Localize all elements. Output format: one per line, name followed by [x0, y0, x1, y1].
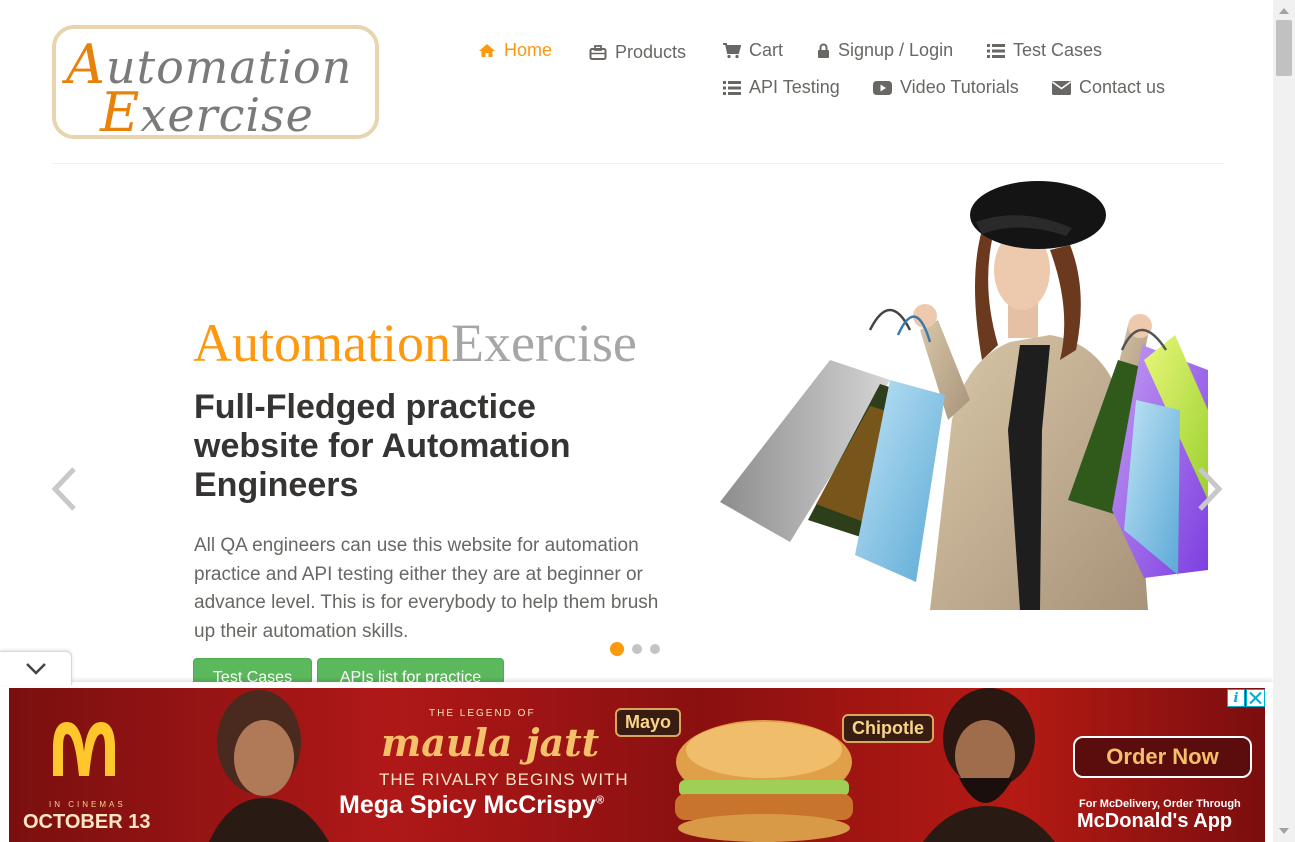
logo-cap-e: E — [100, 81, 141, 139]
scroll-down-arrow[interactable] — [1279, 828, 1289, 834]
logo-text-2: xercise — [140, 88, 314, 139]
mcdonalds-arches-icon — [53, 722, 115, 776]
ad-burger-image — [675, 720, 853, 842]
envelope-icon — [1052, 80, 1071, 95]
nav-test-cases-label: Test Cases — [1013, 40, 1103, 60]
youtube-play-icon — [873, 80, 892, 95]
nav-signup-label: Signup / Login — [838, 40, 954, 60]
nav-home-label: Home — [504, 40, 553, 60]
ad-order-through: For McDelivery, Order Through — [1079, 798, 1241, 810]
slider-next-arrow[interactable] — [1196, 466, 1224, 517]
ad-movie-title: maula jatt — [381, 720, 600, 765]
slide-description: All QA engineers can use this website fo… — [194, 535, 659, 642]
home-icon — [479, 44, 495, 57]
nav-video-tutorials[interactable]: Video Tutorials — [873, 77, 1019, 98]
nav-video-label: Video Tutorials — [900, 77, 1019, 97]
logo-line-2: Exercise — [100, 81, 314, 139]
cart-icon — [723, 42, 741, 58]
ad-banner[interactable]: IN CINEMAS OCTOBER 13 THE LEGEND OF maul… — [9, 688, 1265, 842]
scroll-up-arrow[interactable] — [1279, 8, 1289, 14]
briefcase-icon — [589, 45, 607, 60]
nav-api-testing[interactable]: API Testing — [723, 77, 840, 98]
nav-signup-login[interactable]: Signup / Login — [817, 40, 953, 61]
ad-in-cinemas: IN CINEMAS — [49, 800, 126, 809]
nav-products-label: Products — [615, 42, 687, 62]
nav-test-cases[interactable]: Test Cases — [987, 40, 1102, 61]
slide-headline: Full-Fledged practice website for Automa… — [194, 388, 571, 504]
lock-icon — [818, 43, 829, 58]
ad-actor-left — [209, 690, 329, 842]
brand-part-automation: Automation — [193, 313, 451, 373]
ad-release-date: OCTOBER 13 — [23, 811, 151, 833]
nav-contact-us[interactable]: Contact us — [1052, 77, 1165, 98]
list-icon — [987, 43, 1005, 58]
nav-contact-label: Contact us — [1079, 77, 1166, 97]
list-icon — [723, 80, 741, 95]
header-divider — [52, 163, 1224, 164]
nav-api-testing-label: API Testing — [749, 77, 840, 97]
slider-prev-arrow[interactable] — [50, 466, 78, 517]
brand-part-exercise: Exercise — [450, 313, 637, 373]
slider-dot-3[interactable] — [650, 644, 660, 654]
chevron-right-icon — [1198, 467, 1223, 511]
chevron-left-icon — [51, 467, 76, 511]
nav-cart-label: Cart — [749, 40, 784, 60]
slider-indicators — [610, 642, 660, 656]
ad-legend-of: THE LEGEND OF — [429, 708, 536, 719]
slider-dot-2[interactable] — [632, 644, 642, 654]
chevron-down-icon — [26, 663, 46, 675]
ad-rivalry-text: THE RIVALRY BEGINS WITH — [379, 770, 629, 789]
ad-collapse-tab[interactable] — [0, 651, 72, 685]
ad-order-now-button[interactable]: Order Now — [1073, 736, 1252, 778]
scrollbar-thumb[interactable] — [1276, 20, 1292, 76]
ad-actor-right — [923, 688, 1055, 842]
nav-cart[interactable]: Cart — [723, 40, 783, 61]
ad-info-icon[interactable]: i — [1227, 689, 1245, 707]
page-scrollbar[interactable] — [1273, 0, 1295, 842]
hero-image — [720, 181, 1208, 610]
registered-mark: ® — [596, 794, 605, 807]
nav-products[interactable]: Products — [589, 42, 686, 63]
slide-brand-title: AutomationExercise — [193, 312, 637, 374]
ad-close-button[interactable] — [1246, 689, 1265, 707]
close-icon — [1249, 691, 1262, 705]
ad-app-name: McDonald's App — [1077, 810, 1233, 832]
site-logo[interactable]: Automation Exercise — [52, 25, 379, 139]
nav-home[interactable]: Home — [478, 40, 552, 61]
ad-product-name: Mega Spicy McCrispy® — [339, 791, 605, 819]
slider-dot-1[interactable] — [610, 642, 624, 656]
